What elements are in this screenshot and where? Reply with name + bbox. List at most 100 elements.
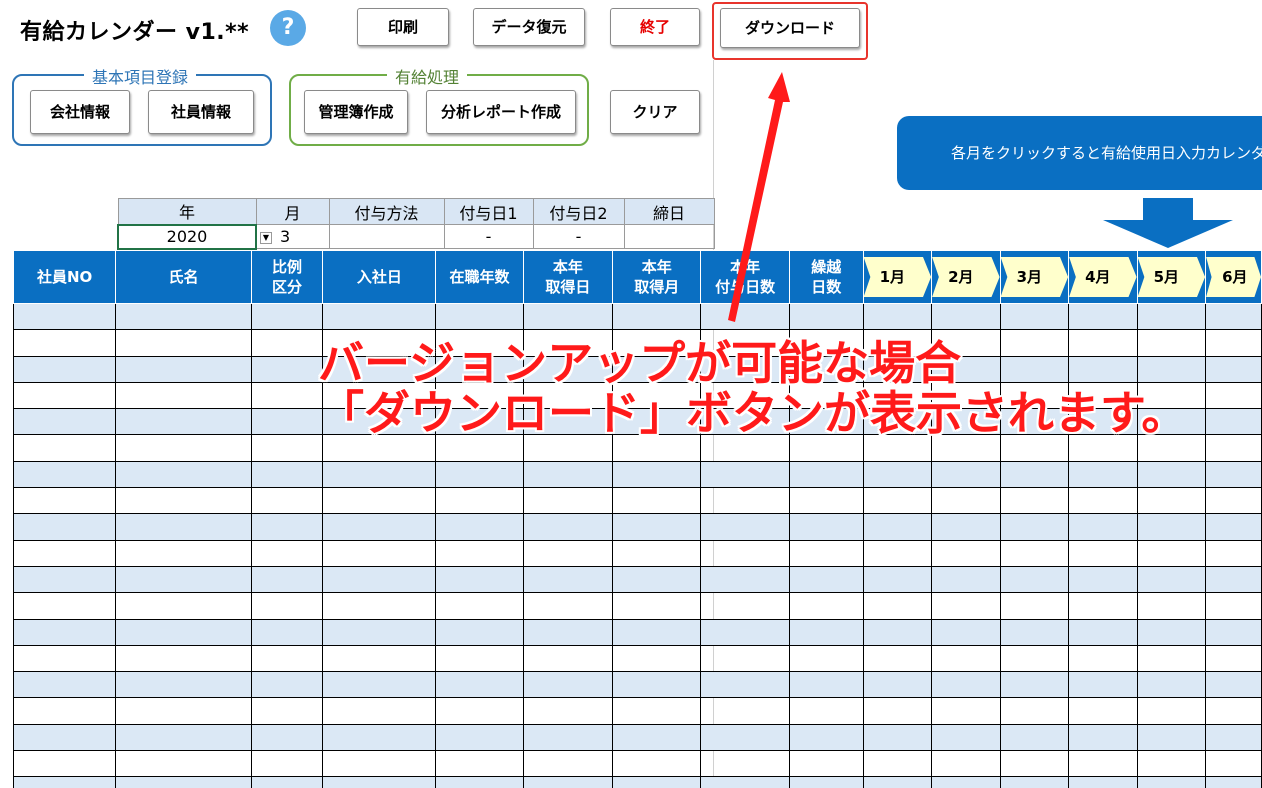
- grid-cell[interactable]: [931, 776, 1001, 788]
- grid-cell[interactable]: [250, 565, 324, 594]
- grid-cell[interactable]: [522, 750, 614, 778]
- grid-cell[interactable]: [115, 487, 252, 515]
- grid-cell[interactable]: [322, 487, 437, 515]
- grid-cell[interactable]: [999, 565, 1070, 594]
- grid-cell[interactable]: [522, 460, 614, 489]
- grid-cell[interactable]: [250, 408, 324, 436]
- grid-cell[interactable]: [115, 539, 252, 567]
- grid-cell[interactable]: [12, 776, 117, 788]
- grid-cell[interactable]: [700, 539, 790, 567]
- grid-cell[interactable]: [788, 302, 864, 331]
- grid-cell[interactable]: [1068, 539, 1138, 567]
- grid-cell[interactable]: [788, 644, 864, 673]
- grid-cell[interactable]: [1205, 460, 1262, 489]
- clear-button[interactable]: クリア: [610, 90, 700, 134]
- grid-cell[interactable]: [522, 487, 614, 515]
- employee-info-button[interactable]: 社員情報: [148, 90, 254, 134]
- grid-cell[interactable]: [1068, 776, 1138, 788]
- grid-cell[interactable]: [700, 697, 790, 725]
- grid-cell[interactable]: [522, 723, 614, 752]
- grid-cell[interactable]: [12, 487, 117, 515]
- grid-cell[interactable]: [999, 302, 1070, 331]
- grid-cell[interactable]: [999, 750, 1070, 778]
- grid-cell[interactable]: [250, 381, 324, 410]
- grid-cell[interactable]: [788, 723, 864, 752]
- grid-cell[interactable]: [700, 618, 790, 646]
- grid-cell[interactable]: [700, 302, 790, 331]
- grid-cell[interactable]: [12, 302, 117, 331]
- grid-cell[interactable]: [322, 618, 437, 646]
- grid-cell[interactable]: [12, 592, 117, 620]
- grid-cell[interactable]: [322, 671, 437, 699]
- grid-cell[interactable]: [322, 592, 437, 620]
- grid-cell[interactable]: [612, 539, 702, 567]
- grid-cell[interactable]: [788, 618, 864, 646]
- grid-cell[interactable]: [250, 723, 324, 752]
- month-tab-5[interactable]: 5月: [1136, 250, 1207, 304]
- grid-cell[interactable]: [1068, 565, 1138, 594]
- grid-cell[interactable]: [931, 302, 1001, 331]
- grid-cell[interactable]: [1136, 592, 1207, 620]
- grid-cell[interactable]: [1068, 723, 1138, 752]
- grid-cell[interactable]: [250, 697, 324, 725]
- grid-cell[interactable]: [1068, 513, 1138, 541]
- grid-cell[interactable]: [12, 408, 117, 436]
- grid-cell[interactable]: [1068, 750, 1138, 778]
- grid-cell[interactable]: [999, 513, 1070, 541]
- grid-cell[interactable]: [999, 592, 1070, 620]
- year-input[interactable]: 2020: [117, 223, 257, 250]
- grid-cell[interactable]: [1205, 302, 1262, 331]
- grid-cell[interactable]: [931, 539, 1001, 567]
- report-create-button[interactable]: 分析レポート作成: [426, 90, 576, 134]
- grid-cell[interactable]: [788, 460, 864, 489]
- grid-cell[interactable]: [999, 618, 1070, 646]
- month-tab-6[interactable]: 6月: [1205, 250, 1262, 304]
- grid-cell[interactable]: [1205, 671, 1262, 699]
- grid-cell[interactable]: [115, 460, 252, 489]
- grid-cell[interactable]: [1205, 329, 1262, 357]
- grid-cell[interactable]: [1205, 408, 1262, 436]
- dropdown-icon[interactable]: ▼: [260, 231, 272, 244]
- grid-cell[interactable]: [931, 460, 1001, 489]
- grid-cell[interactable]: [999, 644, 1070, 673]
- grid-cell[interactable]: [931, 671, 1001, 699]
- grid-cell[interactable]: [788, 776, 864, 788]
- grid-cell[interactable]: [12, 671, 117, 699]
- grid-cell[interactable]: [250, 355, 324, 383]
- grid-cell[interactable]: [435, 618, 524, 646]
- grid-cell[interactable]: [115, 565, 252, 594]
- grid-cell[interactable]: [862, 539, 933, 567]
- grid-cell[interactable]: [12, 329, 117, 357]
- grid-cell[interactable]: [435, 697, 524, 725]
- grid-cell[interactable]: [322, 302, 437, 331]
- grid-cell[interactable]: [435, 671, 524, 699]
- grid-cell[interactable]: [115, 329, 252, 357]
- grid-cell[interactable]: [522, 776, 614, 788]
- print-button[interactable]: 印刷: [357, 8, 449, 46]
- grid-cell[interactable]: [12, 565, 117, 594]
- grid-cell[interactable]: [1205, 618, 1262, 646]
- month-tab-4[interactable]: 4月: [1068, 250, 1138, 304]
- grid-cell[interactable]: [115, 355, 252, 383]
- grid-cell[interactable]: [12, 355, 117, 383]
- grid-cell[interactable]: [788, 513, 864, 541]
- grid-cell[interactable]: [12, 697, 117, 725]
- grid-cell[interactable]: [322, 697, 437, 725]
- grid-cell[interactable]: [435, 592, 524, 620]
- grid-cell[interactable]: [999, 697, 1070, 725]
- grid-cell[interactable]: [612, 671, 702, 699]
- grid-cell[interactable]: [12, 513, 117, 541]
- grid-cell[interactable]: [999, 539, 1070, 567]
- grid-cell[interactable]: [999, 460, 1070, 489]
- grid-cell[interactable]: [12, 539, 117, 567]
- grid-cell[interactable]: [788, 697, 864, 725]
- month-select[interactable]: ▼ 3: [255, 224, 330, 249]
- grid-cell[interactable]: [862, 565, 933, 594]
- cutoff-cell[interactable]: [623, 224, 715, 249]
- grid-cell[interactable]: [862, 723, 933, 752]
- grid-cell[interactable]: [931, 723, 1001, 752]
- grid-cell[interactable]: [862, 460, 933, 489]
- grid-cell[interactable]: [115, 408, 252, 436]
- grid-cell[interactable]: [1136, 644, 1207, 673]
- grid-cell[interactable]: [1205, 539, 1262, 567]
